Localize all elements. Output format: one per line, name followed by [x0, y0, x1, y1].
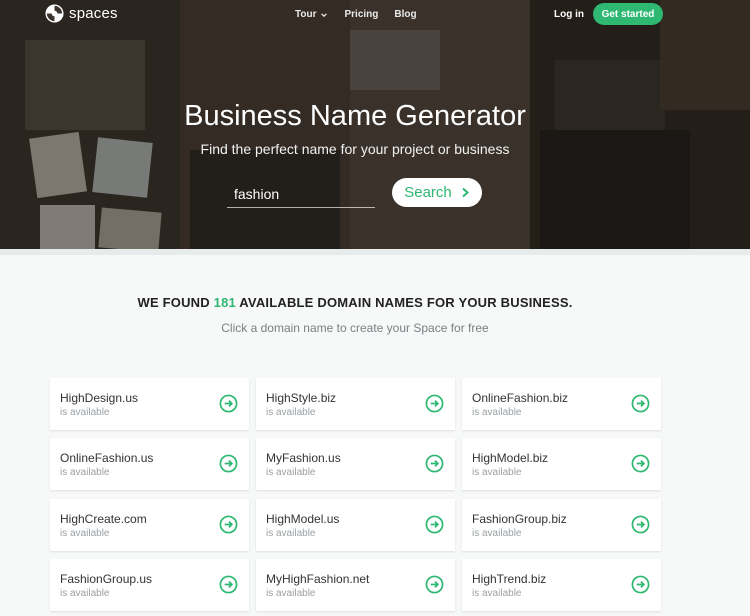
results-heading-prefix: WE FOUND: [137, 295, 210, 310]
domain-status: is available: [472, 467, 522, 478]
logo[interactable]: spaces: [45, 4, 118, 23]
domain-name: FashionGroup.biz: [472, 512, 567, 526]
domain-name: HighStyle.biz: [266, 391, 337, 405]
domain-status: is available: [472, 407, 522, 418]
domain-name: HighCreate.com: [60, 512, 147, 526]
arrow-circle-right-icon[interactable]: [219, 454, 238, 473]
arrow-circle-right-icon[interactable]: [425, 394, 444, 413]
spaces-logo-icon: [45, 4, 64, 23]
domain-card[interactable]: HighModel.us is available: [256, 499, 455, 551]
domain-status: is available: [60, 588, 110, 599]
domain-card[interactable]: MyFashion.us is available: [256, 438, 455, 490]
domain-name: FashionGroup.us: [60, 572, 153, 586]
arrow-circle-right-icon[interactable]: [425, 454, 444, 473]
results-heading-suffix: AVAILABLE DOMAIN NAMES FOR YOUR BUSINESS…: [239, 295, 573, 310]
hero-subtitle: Find the perfect name for your project o…: [200, 141, 510, 157]
domain-status: is available: [472, 528, 522, 539]
domain-card[interactable]: HighDesign.us is available: [50, 378, 249, 430]
nav-link-pricing[interactable]: Pricing: [344, 9, 378, 20]
domain-name: MyHighFashion.net: [266, 572, 370, 586]
domain-status: is available: [266, 467, 316, 478]
domain-status: is available: [266, 528, 316, 539]
domain-card[interactable]: OnlineFashion.biz is available: [462, 378, 661, 430]
arrow-circle-right-icon[interactable]: [631, 394, 650, 413]
domain-name: HighModel.biz: [472, 451, 549, 465]
nav-link-label: Tour: [295, 9, 317, 20]
search-button-label: Search: [404, 184, 452, 201]
domain-name: HighDesign.us: [60, 391, 139, 405]
get-started-button[interactable]: Get started: [593, 3, 663, 25]
page-title: Business Name Generator: [184, 100, 526, 132]
nav-link-label: Pricing: [344, 9, 379, 20]
arrow-circle-right-icon[interactable]: [425, 515, 444, 534]
domain-card[interactable]: HighCreate.com is available: [50, 499, 249, 551]
nav-links: Tour Pricing Blog: [295, 9, 433, 20]
domain-status: is available: [60, 467, 110, 478]
nav-link-blog[interactable]: Blog: [394, 9, 416, 20]
domain-name: OnlineFashion.biz: [472, 391, 569, 405]
arrow-circle-right-icon[interactable]: [631, 515, 650, 534]
arrow-circle-right-icon[interactable]: [219, 575, 238, 594]
chevron-down-icon: [321, 12, 328, 17]
top-nav: spaces Tour Pricing Blog Log in Get star…: [0, 0, 750, 30]
domain-name: HighTrend.biz: [472, 572, 547, 586]
arrow-circle-right-icon[interactable]: [425, 575, 444, 594]
domain-card[interactable]: OnlineFashion.us is available: [50, 438, 249, 490]
domain-card[interactable]: HighModel.biz is available: [462, 438, 661, 490]
arrow-circle-right-icon[interactable]: [219, 394, 238, 413]
domain-status: is available: [266, 407, 316, 418]
login-link[interactable]: Log in: [554, 9, 584, 20]
chevron-right-icon: [462, 187, 469, 198]
domain-name: MyFashion.us: [266, 451, 341, 465]
arrow-circle-right-icon[interactable]: [631, 454, 650, 473]
domain-name: HighModel.us: [266, 512, 340, 526]
search-button[interactable]: Search: [392, 178, 482, 207]
domain-name: OnlineFashion.us: [60, 451, 154, 465]
results-count: 181: [213, 295, 236, 310]
hero-divider: [0, 249, 750, 255]
search-input[interactable]: [227, 180, 375, 208]
domain-status: is available: [60, 528, 110, 539]
domain-card[interactable]: HighTrend.biz is available: [462, 559, 661, 611]
arrow-circle-right-icon[interactable]: [631, 575, 650, 594]
arrow-circle-right-icon[interactable]: [219, 515, 238, 534]
hero-section: spaces Tour Pricing Blog Log in Get star…: [0, 0, 750, 251]
results-subtitle: Click a domain name to create your Space…: [221, 321, 489, 335]
domain-card[interactable]: FashionGroup.biz is available: [462, 499, 661, 551]
domain-status: is available: [472, 588, 522, 599]
domain-status: is available: [60, 407, 110, 418]
nav-link-label: Blog: [394, 9, 417, 20]
domain-card[interactable]: HighStyle.biz is available: [256, 378, 455, 430]
domain-card[interactable]: MyHighFashion.net is available: [256, 559, 455, 611]
results-heading: WE FOUND 181 AVAILABLE DOMAIN NAMES FOR …: [0, 295, 710, 310]
domain-card[interactable]: FashionGroup.us is available: [50, 559, 249, 611]
logo-text: spaces: [69, 5, 118, 22]
domain-status: is available: [266, 588, 316, 599]
nav-link-tour[interactable]: Tour: [295, 9, 328, 20]
